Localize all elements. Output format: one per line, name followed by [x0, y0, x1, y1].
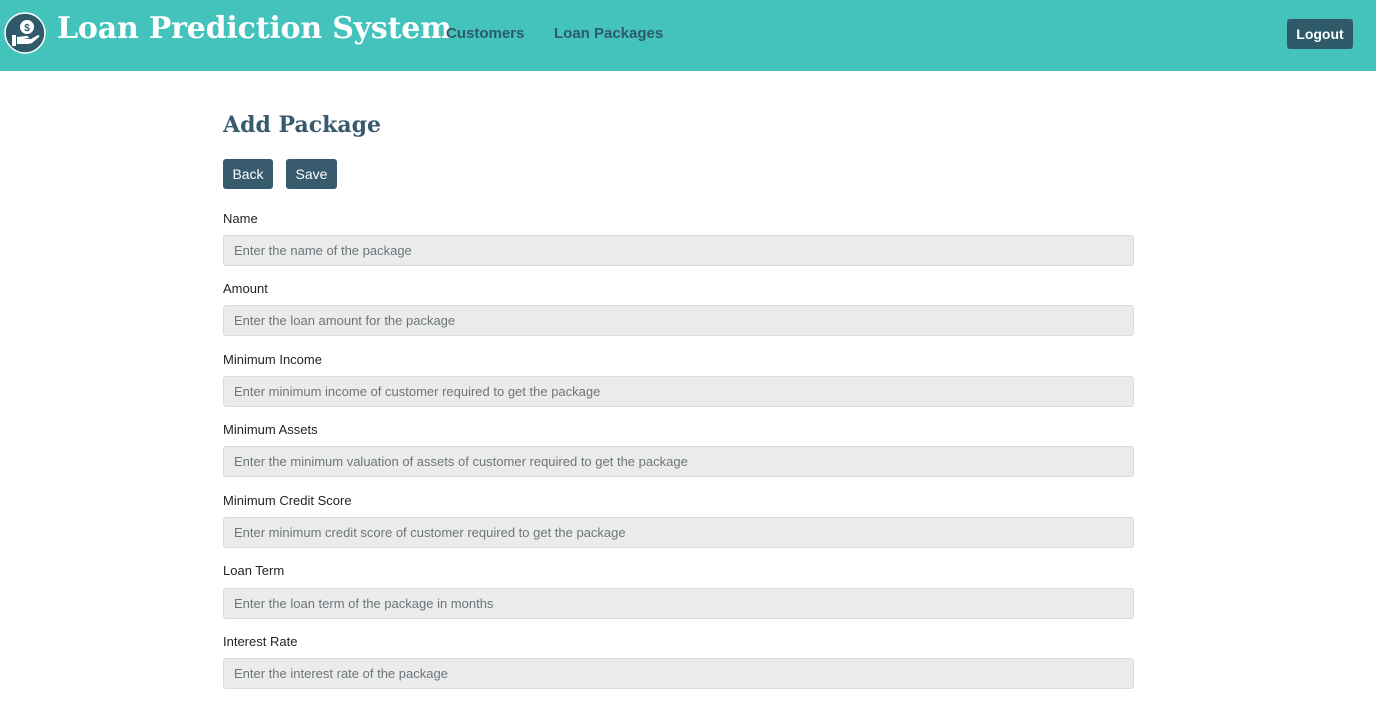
minimum-income-input[interactable]	[223, 376, 1134, 407]
amount-input[interactable]	[223, 305, 1134, 336]
minimum-assets-input[interactable]	[223, 446, 1134, 477]
minimum-assets-label: Minimum Assets	[223, 422, 318, 437]
nav-link-customers[interactable]: Customers	[446, 25, 524, 43]
interest-rate-input[interactable]	[223, 658, 1134, 689]
loan-term-label: Loan Term	[223, 563, 285, 578]
loan-term-input[interactable]	[223, 588, 1134, 619]
save-button[interactable]: Save	[286, 159, 337, 189]
back-button[interactable]: Back	[223, 159, 273, 189]
name-label: Name	[223, 211, 258, 226]
app-title: Loan Prediction System	[57, 11, 452, 46]
amount-label: Amount	[223, 281, 268, 296]
svg-text:$: $	[24, 23, 30, 34]
minimum-credit-score-input[interactable]	[223, 517, 1134, 548]
page-title: Add Package	[223, 112, 381, 138]
top-navbar: $ Loan Prediction System Customers Loan …	[0, 0, 1376, 71]
minimum-credit-score-label: Minimum Credit Score	[223, 493, 352, 508]
logout-button[interactable]: Logout	[1287, 19, 1353, 49]
minimum-income-label: Minimum Income	[223, 352, 322, 367]
interest-rate-label: Interest Rate	[223, 634, 298, 649]
nav-link-loan-packages[interactable]: Loan Packages	[554, 25, 663, 43]
hand-money-icon: $	[4, 12, 46, 54]
name-input[interactable]	[223, 235, 1134, 266]
